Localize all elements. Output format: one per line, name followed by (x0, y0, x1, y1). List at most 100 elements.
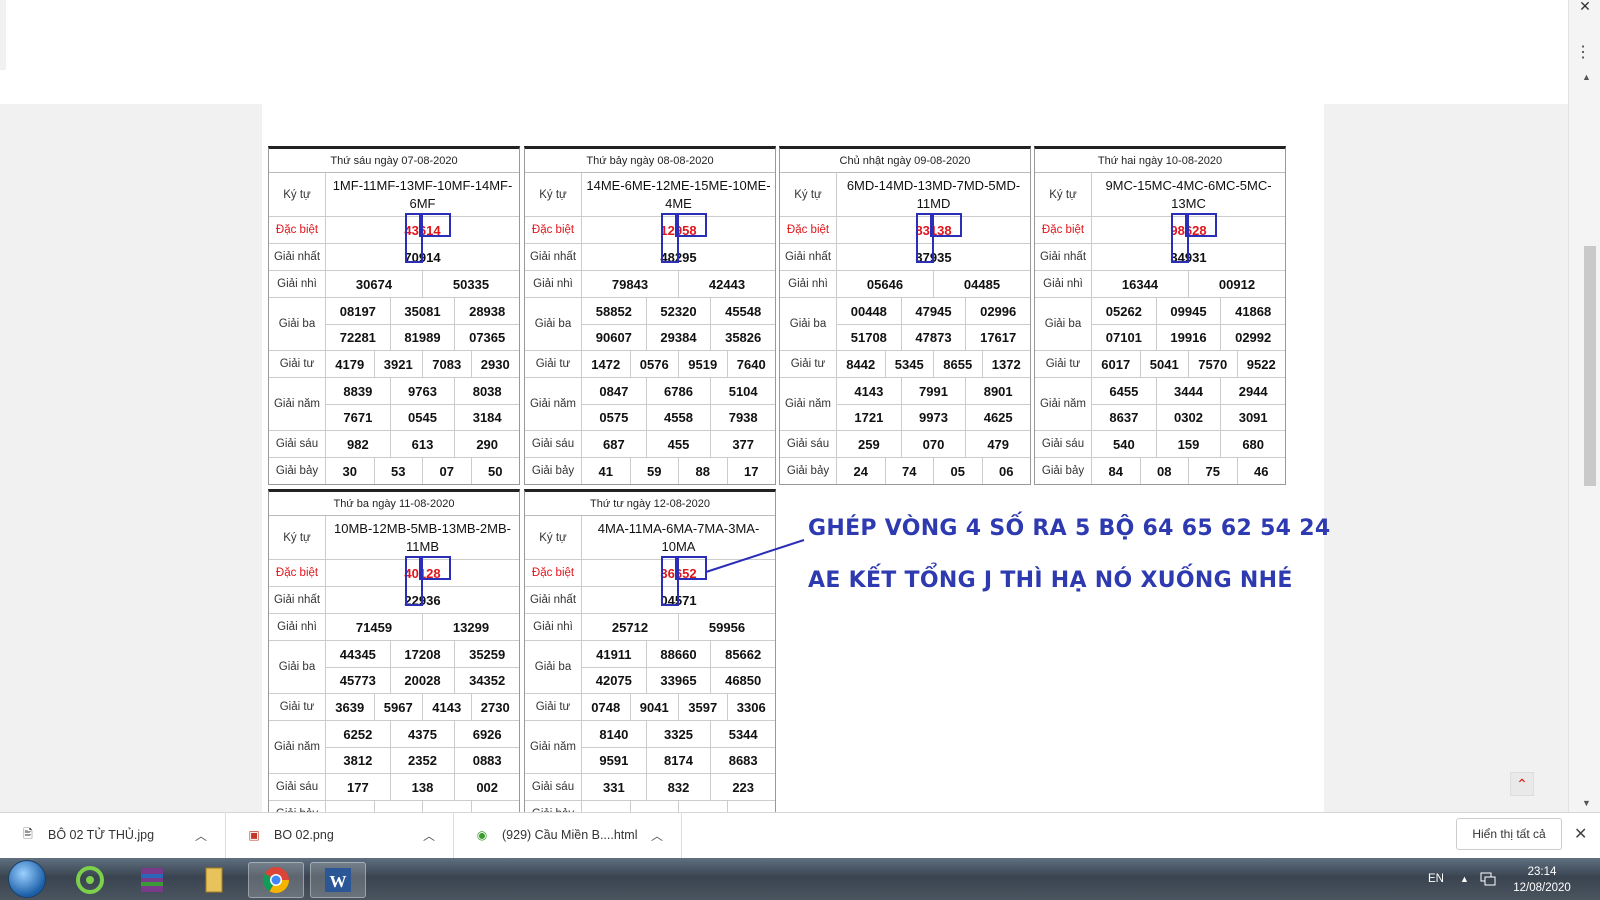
row-values: 30 53 07 50 (326, 458, 519, 484)
result-number: 45773 (339, 673, 376, 688)
result-number: 4625 (965, 405, 1030, 430)
result-number: 79843 (611, 276, 649, 292)
row-values: 08197 35081 28938 72281 81989 07365 (326, 298, 519, 350)
card-date-header: Thứ hai ngày 10-08-2020 (1035, 149, 1285, 173)
result-number: 9763 (389, 378, 455, 404)
row-values: 3639 5967 4143 2730 (326, 694, 519, 720)
values-line: 84 08 75 46 (1092, 458, 1285, 484)
result-number: 1721 (854, 410, 884, 425)
values-line: 8140 3325 5344 (582, 721, 775, 747)
result-number: 29384 (645, 325, 711, 350)
results-page: Thứ sáu ngày 07-08-2020 Ký tự 1MF-11MF-13M… (262, 104, 1324, 812)
row-values: 9MC-15MC-4MC-6MC-5MC-13MC (1092, 173, 1285, 216)
result-row: Giải nhất 37935 (780, 244, 1030, 271)
result-number: 0576 (629, 351, 679, 377)
result-number: 3921 (373, 351, 423, 377)
row-values: 540 159 680 (1092, 431, 1285, 457)
show-all-downloads-button[interactable]: Hiển thị tất cả (1456, 818, 1562, 850)
result-row: Giải nhì 05646 04485 (780, 271, 1030, 298)
word-icon[interactable]: W (310, 862, 366, 898)
scrollbar-thumb[interactable] (1584, 246, 1596, 486)
result-number: 46 (1236, 458, 1286, 484)
chrome-icon[interactable] (248, 862, 304, 898)
winrar-icon[interactable] (124, 862, 180, 898)
row-values: 41 59 88 17 (582, 458, 775, 484)
result-number: 9519 (678, 351, 727, 377)
kytu-label: Ký tự (525, 516, 582, 559)
tray-expand-icon[interactable]: ▲ (1460, 858, 1469, 900)
result-card: Thứ hai ngày 10-08-2020 Ký tự 9MC-15MC-4MC… (1034, 146, 1286, 485)
row-values: 14ME-6ME-12ME-15ME-10ME-4ME (582, 173, 775, 216)
kytu-code: 6MD-14MD-13MD-7MD-5MD-11MD (846, 177, 1021, 211)
chevron-up-icon[interactable]: ︿ (651, 827, 663, 844)
language-indicator[interactable]: EN (1428, 858, 1444, 900)
row-values: 259 070 479 (837, 431, 1030, 457)
more-menu-icon[interactable]: ⋮ (1575, 42, 1591, 62)
kytu-code: 10MB-12MB-5MB-13MB-2MB-11MB (334, 520, 511, 554)
result-number: 7083 (422, 351, 471, 377)
result-number: 00448 (850, 303, 887, 319)
close-icon[interactable]: ✕ (1570, 0, 1600, 14)
result-number: 02996 (965, 298, 1030, 324)
folder-icon[interactable] (186, 862, 242, 898)
result-number: 81989 (389, 325, 455, 350)
row-values: 0847 6786 5104 0575 4558 7938 (582, 378, 775, 430)
kytu-label: Ký tự (780, 173, 837, 216)
result-number: 50335 (422, 271, 519, 297)
values-line: 687 455 377 (582, 431, 775, 457)
result-number: 3639 (335, 699, 365, 715)
result-number: 2730 (470, 694, 520, 720)
result-number: 6455 (1109, 383, 1139, 399)
chevron-up-icon[interactable]: ︿ (195, 827, 207, 844)
download-item[interactable]: ◉ (929) Cầu Miền B....html ︿ (454, 812, 682, 858)
kytu-row: Ký tự 6MD-14MD-13MD-7MD-5MD-11MD (780, 173, 1030, 217)
result-number: 16344 (1121, 276, 1159, 292)
row-values: 41911 88660 85662 42075 33965 46850 (582, 641, 775, 693)
values-line: 4143 7991 8901 (837, 378, 1030, 404)
result-number (422, 801, 471, 812)
result-number: 7640 (726, 351, 776, 377)
result-number (326, 801, 374, 812)
row-values: 4179 3921 7083 2930 (326, 351, 519, 377)
result-number: 07 (422, 458, 471, 484)
card-date-header: Thứ ba ngày 11-08-2020 (269, 492, 519, 516)
result-number: 8655 (933, 351, 982, 377)
values-line: 6252 4375 6926 (326, 721, 519, 747)
result-number: 06 (981, 458, 1031, 484)
values-line: 8637 0302 3091 (1092, 404, 1285, 430)
start-button[interactable] (8, 860, 46, 898)
taskbar-app-icon[interactable] (62, 862, 118, 898)
giai-ba-label: Giải ba (1035, 298, 1092, 350)
result-number: 7991 (900, 378, 966, 404)
result-row: Giải nhất 04571 (525, 587, 775, 614)
row-values: 4143 7991 8901 1721 9973 4625 (837, 378, 1030, 430)
scroll-down-arrow-icon[interactable]: ▼ (1582, 798, 1591, 808)
scroll-to-top-button[interactable]: ⌃ (1510, 772, 1534, 796)
network-icon[interactable] (1480, 858, 1496, 900)
values-line: 177 138 002 (326, 774, 519, 800)
result-number: 04485 (933, 271, 1030, 297)
values-line: 1721 9973 4625 (837, 404, 1030, 430)
result-number: 59956 (678, 614, 775, 640)
result-row: Giải tư 6017 5041 7570 9522 (1035, 351, 1285, 378)
image-file-icon: ▣ (248, 828, 260, 842)
result-number: 5344 (710, 721, 775, 747)
values-line (326, 801, 519, 812)
result-number: 35081 (389, 298, 455, 324)
result-number (678, 801, 727, 812)
kytu-code: 9MC-15MC-4MC-6MC-5MC-13MC (1105, 177, 1272, 211)
result-number: 070 (900, 431, 966, 457)
close-download-bar-icon[interactable]: ✕ (1574, 824, 1587, 844)
download-item[interactable]: 🖹 BÔ 02 TỬ THỦ.jpg ︿ (0, 812, 226, 858)
clock[interactable]: 23:14 12/08/2020 (1502, 864, 1582, 896)
download-item[interactable]: ▣ BO 02.png ︿ (226, 812, 454, 858)
row-values: 16344 00912 (1092, 271, 1285, 297)
scroll-up-arrow-icon[interactable]: ▲ (1582, 72, 1591, 82)
result-row: Giải nhất 48295 (525, 244, 775, 271)
giai-nhat-label: Giải nhất (269, 587, 326, 613)
chevron-up-icon[interactable]: ︿ (423, 827, 435, 844)
result-number: 4143 (422, 694, 471, 720)
kytu-row: Ký tự 14ME-6ME-12ME-15ME-10ME-4ME (525, 173, 775, 217)
values-line: 90607 29384 35826 (582, 324, 775, 350)
values-line: 07101 19916 02992 (1092, 324, 1285, 350)
